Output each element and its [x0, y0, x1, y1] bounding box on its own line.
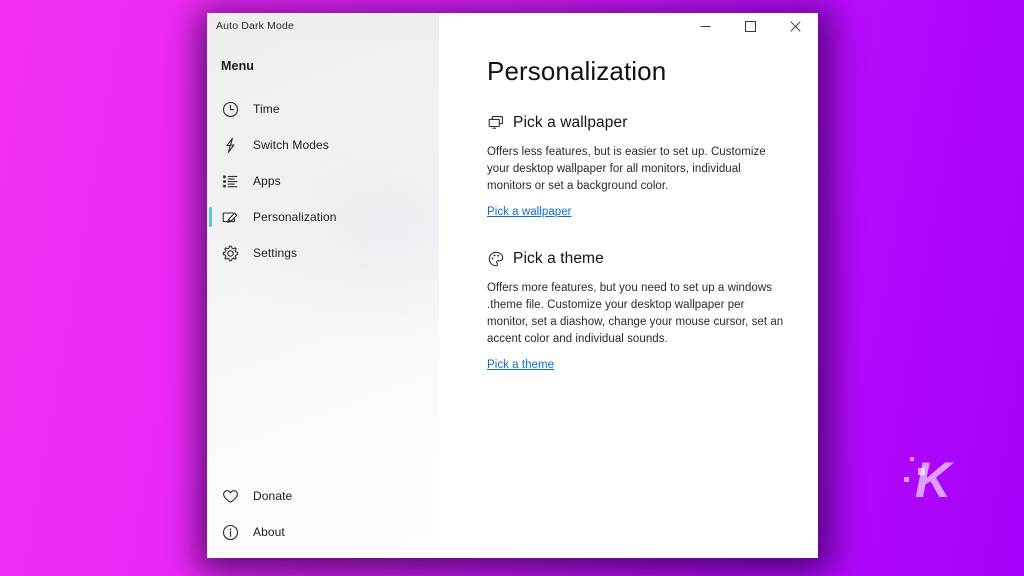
sidebar-item-apps[interactable]: Apps [207, 163, 439, 199]
minimize-icon [700, 25, 711, 27]
pick-a-theme-link[interactable]: Pick a theme [487, 359, 554, 371]
brush-board-icon [221, 208, 239, 226]
lightning-icon [221, 136, 239, 154]
app-window: Auto Dark Mode Menu Time Switch Modes Ap… [207, 13, 818, 558]
watermark-letter: K [915, 452, 951, 508]
sidebar-item-about[interactable]: About [207, 514, 439, 550]
sidebar-item-label: Switch Modes [253, 138, 329, 152]
clock-icon [221, 100, 239, 118]
heart-icon [221, 487, 239, 505]
pick-a-wallpaper-link[interactable]: Pick a wallpaper [487, 206, 572, 218]
watermark-dot-tiny [904, 477, 909, 482]
sidebar-item-label: About [253, 525, 285, 539]
close-button[interactable] [773, 13, 818, 39]
maximize-icon [745, 20, 756, 32]
watermark-dot-medium [918, 468, 925, 475]
list-icon [221, 172, 239, 190]
section-pick-a-wallpaper: Pick a wallpaper Offers less features, b… [487, 114, 786, 220]
sidebar-item-time[interactable]: Time [207, 91, 439, 127]
sidebar-item-label: Donate [253, 489, 293, 503]
sidebar-item-personalization[interactable]: Personalization [207, 199, 439, 235]
menu-heading: Menu [221, 59, 255, 73]
app-title: Auto Dark Mode [216, 19, 294, 32]
sidebar-item-label: Settings [253, 246, 298, 260]
sidebar-item-donate[interactable]: Donate [207, 478, 439, 514]
desktop-background: K Auto Dark Mode Menu Time Switch Modes … [0, 0, 1024, 576]
main-content: Personalization Pick a wallpaper Offers [439, 39, 818, 558]
page-title: Personalization [487, 56, 667, 86]
sidebar-nav-list: Time Switch Modes Apps Personalization S… [207, 91, 439, 271]
section-title: Pick a theme [513, 249, 604, 267]
section-title: Pick a wallpaper [513, 113, 628, 131]
sidebar-item-label: Apps [253, 174, 281, 188]
watermark-logo: K [893, 449, 973, 511]
window-body: Menu Time Switch Modes Apps Personalizat… [207, 39, 818, 558]
section-pick-a-theme: Pick a theme Offers more features, but y… [487, 250, 786, 373]
section-description: Offers less features, but is easier to s… [487, 145, 766, 192]
monitors-icon [487, 114, 504, 131]
sidebar-item-settings[interactable]: Settings [207, 235, 439, 271]
watermark-dot-small [910, 457, 914, 461]
sidebar-bottom-list: Donate About [207, 478, 439, 558]
title-bar: Auto Dark Mode [207, 13, 818, 39]
section-description: Offers more features, but you need to se… [487, 281, 784, 345]
close-icon [790, 20, 801, 32]
sidebar-item-switch-modes[interactable]: Switch Modes [207, 127, 439, 163]
title-bar-left: Auto Dark Mode [207, 13, 439, 39]
sidebar: Menu Time Switch Modes Apps Personalizat… [207, 39, 439, 558]
section-header: Pick a theme [487, 250, 786, 268]
palette-icon [487, 250, 504, 267]
gear-icon [221, 244, 239, 262]
sidebar-item-label: Personalization [253, 210, 337, 224]
section-header: Pick a wallpaper [487, 114, 786, 132]
info-circle-icon [221, 523, 239, 541]
window-controls [439, 13, 818, 39]
minimize-button[interactable] [683, 13, 728, 39]
maximize-button[interactable] [728, 13, 773, 39]
sidebar-item-label: Time [253, 102, 280, 116]
selection-indicator [209, 207, 212, 227]
